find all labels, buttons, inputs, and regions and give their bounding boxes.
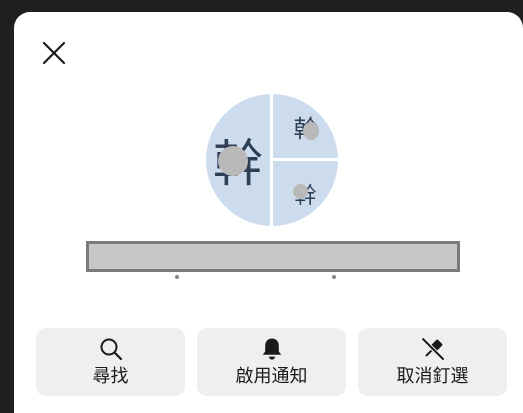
action-bar: 尋找 啟用通知 取消釘選: [36, 328, 507, 396]
avatar-blur-blob: [218, 146, 248, 176]
avatar-blur-blob: [303, 122, 319, 140]
avatar-tile-top-right: 幹: [273, 94, 338, 158]
search-button[interactable]: 尋找: [36, 328, 185, 396]
search-button-label: 尋找: [92, 366, 129, 387]
avatar-tile-bottom-right: 幹: [273, 161, 338, 226]
redaction-artifact: [332, 275, 336, 279]
search-icon: [98, 336, 124, 362]
unpin-button[interactable]: 取消釘選: [358, 328, 507, 396]
bell-icon: [259, 336, 285, 362]
unpin-label: 取消釘選: [396, 366, 469, 387]
unpin-icon: [420, 336, 446, 362]
enable-notifications-button[interactable]: 啟用通知: [197, 328, 346, 396]
chat-info-sheet: 幹 幹 幹 尋找: [14, 12, 523, 413]
avatar-tile-left: 幹: [206, 94, 270, 226]
redaction-artifact: [175, 275, 179, 279]
close-icon: [42, 41, 66, 65]
group-avatar: 幹 幹 幹: [206, 94, 338, 226]
enable-notifications-label: 啟用通知: [235, 366, 308, 387]
close-button[interactable]: [34, 33, 74, 73]
avatar-blur-blob: [293, 184, 308, 199]
redacted-chat-name: [86, 241, 460, 279]
